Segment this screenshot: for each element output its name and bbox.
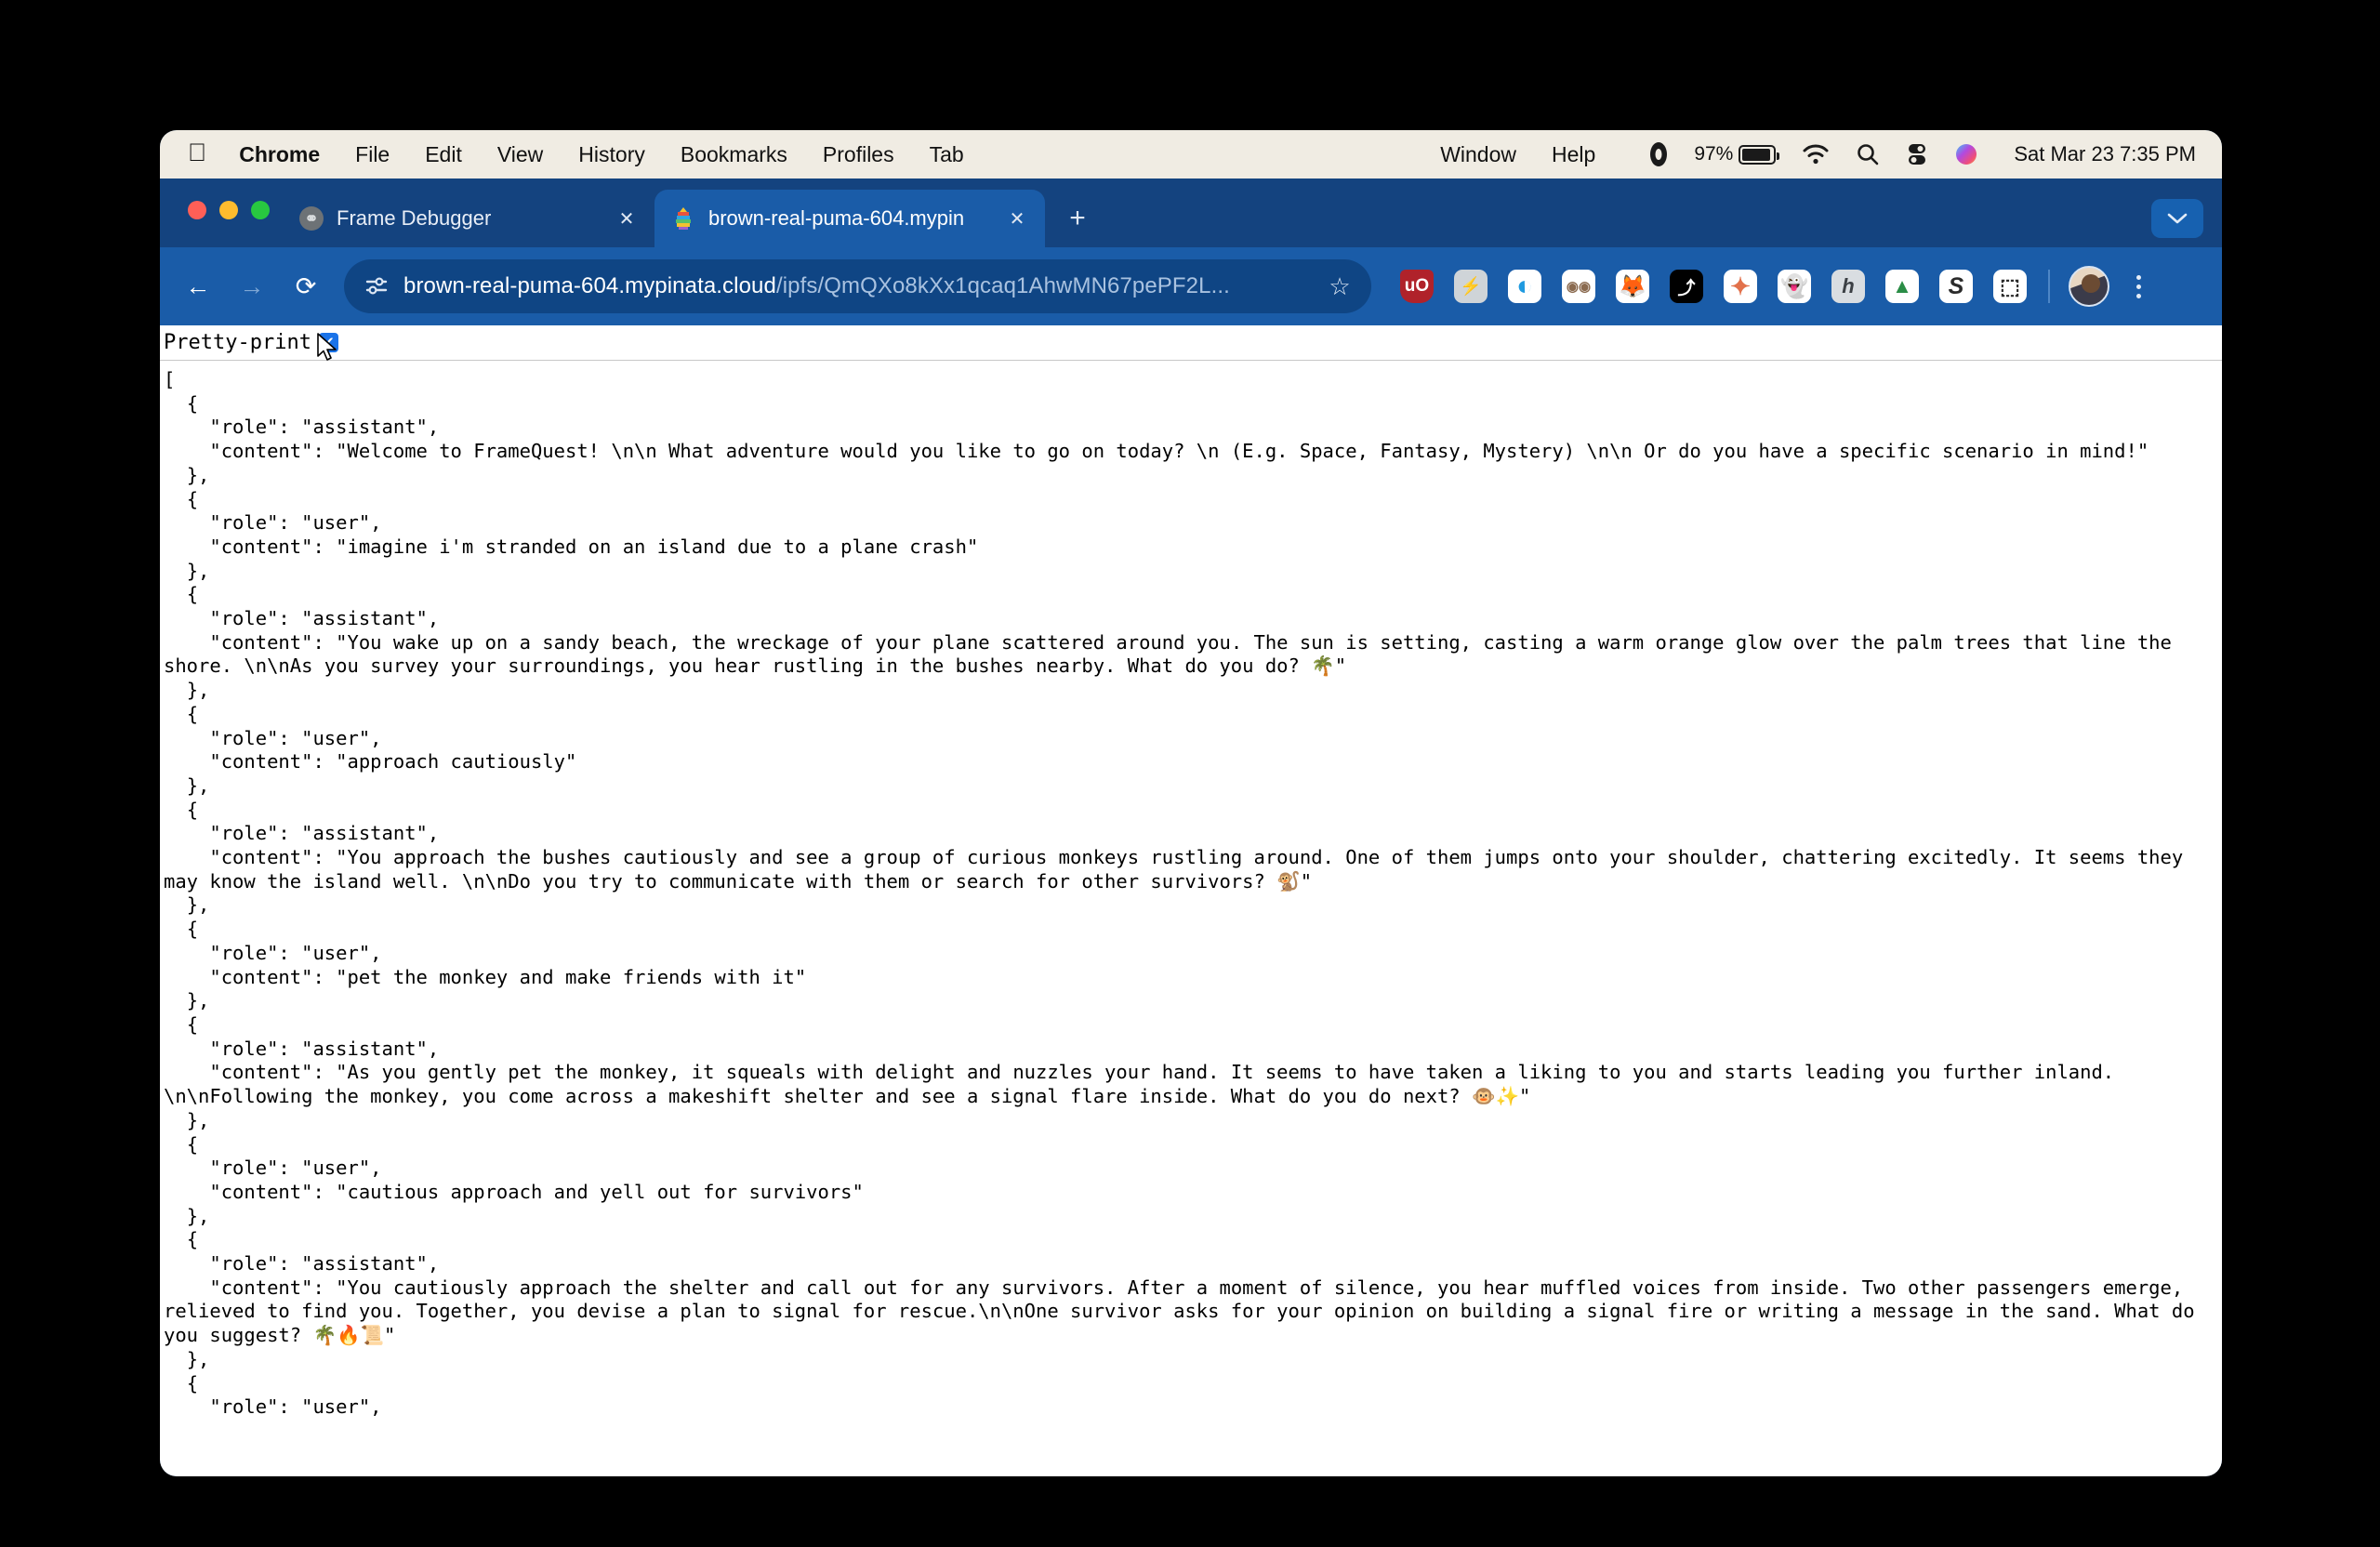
ghost-icon: 👻 [1778, 270, 1811, 303]
site-settings-icon[interactable] [363, 272, 390, 300]
tab-title: Frame Debugger [337, 206, 492, 230]
menu-item-file[interactable]: File [337, 130, 407, 178]
menu-item-window[interactable]: Window [1422, 130, 1534, 178]
spotlight-search-icon[interactable] [1843, 130, 1893, 178]
toolbar-divider [2048, 270, 2050, 303]
new-tab-button[interactable]: + [1056, 197, 1099, 240]
wifi-icon[interactable] [1789, 130, 1843, 178]
ghost-extension[interactable]: 👻 [1767, 259, 1821, 313]
url-domain: brown-real-puma-604.mypinata.cloud [403, 273, 776, 298]
page-bottom-edge [160, 1474, 2222, 1476]
honey-extension[interactable]: h [1821, 259, 1875, 313]
extensions-puzzle-button[interactable]: ⬚ [1983, 259, 2037, 313]
extensions-area: uO ⚡ ◐ ◉◉ 🦊 ⤴ ✦ 👻 h ▲ S ⬚ [1390, 259, 2160, 313]
swirl-icon: ◐ [1508, 270, 1541, 303]
battery-icon [1739, 144, 1780, 165]
pretty-print-bar: Pretty-print ✔ [160, 325, 2222, 361]
menu-item-bookmarks[interactable]: Bookmarks [663, 130, 805, 178]
json-document-body: [ { "role": "assistant", "content": "Wel… [164, 368, 2195, 1419]
forward-button[interactable]: → [227, 261, 277, 311]
control-center-icon[interactable] [1893, 130, 1941, 178]
lightning-extension[interactable]: ⚡ [1444, 259, 1498, 313]
s-circle-extension[interactable]: S [1929, 259, 1983, 313]
pinata-favicon [671, 206, 695, 231]
browser-window:  Chrome File Edit View History Bookmark… [160, 130, 2222, 1476]
fox-extension[interactable]: 🦊 [1606, 259, 1659, 313]
browser-toolbar: ← → ⟳ brown-real-puma-604.mypinata.cloud… [160, 247, 2222, 325]
reload-button[interactable]: ⟳ [281, 261, 331, 311]
google-drive-icon: ▲ [1885, 270, 1919, 303]
address-bar[interactable]: brown-real-puma-604.mypinata.cloud/ipfs/… [344, 259, 1371, 313]
swirl-extension[interactable]: ◐ [1498, 259, 1552, 313]
tabstrip-right-area [2151, 199, 2222, 247]
menu-item-edit[interactable]: Edit [407, 130, 480, 178]
minimize-window-button[interactable] [219, 201, 238, 219]
puzzle-piece-icon: ⬚ [1993, 270, 2027, 303]
s-circle-icon: S [1939, 270, 1973, 303]
menu-item-tab[interactable]: Tab [912, 130, 982, 178]
battery-status[interactable]: 97% [1681, 130, 1789, 178]
menu-item-history[interactable]: History [561, 130, 663, 178]
black-square-extension[interactable]: ⤴ [1659, 259, 1713, 313]
macos-menu-bar:  Chrome File Edit View History Bookmark… [160, 130, 2222, 178]
tab-search-chevron-down-icon[interactable] [2151, 199, 2203, 238]
tab-close-icon[interactable]: ✕ [1004, 205, 1030, 231]
fox-icon: 🦊 [1616, 270, 1649, 303]
honey-icon: h [1831, 270, 1865, 303]
pretty-print-label: Pretty-print [164, 331, 311, 354]
menu-bar-clock[interactable]: Sat Mar 23 7:35 PM [1991, 130, 2202, 178]
frame-debugger-favicon: ⚭ [299, 206, 324, 231]
page-content: Pretty-print ✔ [ { "role": "assistant", … [160, 325, 2222, 1476]
back-button[interactable]: ← [173, 261, 223, 311]
menu-item-chrome[interactable]: Chrome [221, 130, 337, 178]
maximize-window-button[interactable] [251, 201, 270, 219]
google-drive-extension[interactable]: ▲ [1875, 259, 1929, 313]
claude-extension[interactable]: ✦ [1713, 259, 1767, 313]
profile-avatar[interactable] [2069, 266, 2109, 307]
tab-close-icon[interactable]: ✕ [614, 205, 640, 231]
menu-item-profiles[interactable]: Profiles [805, 130, 912, 178]
tab-pinata-json[interactable]: brown-real-puma-604.mypin ✕ [654, 190, 1045, 247]
menu-item-help[interactable]: Help [1534, 130, 1636, 178]
siri-icon[interactable] [1941, 130, 1991, 178]
ublock-origin-icon: uO [1400, 270, 1434, 303]
window-controls [188, 201, 270, 219]
claude-icon: ✦ [1724, 270, 1757, 303]
owl-icon: ◉◉ [1562, 270, 1595, 303]
close-window-button[interactable] [188, 201, 206, 219]
ublock-origin-extension[interactable]: uO [1390, 259, 1444, 313]
url-path: /ipfs/QmQXo8kXx1qcaq1AhwMN67pePF2L... [775, 273, 1230, 298]
owl-extension[interactable]: ◉◉ [1552, 259, 1606, 313]
tab-title: brown-real-puma-604.mypin [708, 206, 965, 230]
lightning-icon: ⚡ [1454, 270, 1488, 303]
tab-strip: ⚭ Frame Debugger ✕ brown-real-puma-604.m… [160, 178, 2222, 247]
tab-frame-debugger[interactable]: ⚭ Frame Debugger ✕ [283, 190, 654, 247]
apple-logo-icon[interactable]:  [184, 130, 221, 177]
pretty-print-checkbox[interactable]: ✔ [318, 333, 338, 352]
menu-bar-status-area: Window Help 97% Sat Mar 23 7:35 PM [1422, 130, 2202, 178]
menu-item-view[interactable]: View [480, 130, 561, 178]
black-square-icon: ⤴ [1670, 270, 1703, 303]
chrome-menu-icon[interactable] [2117, 261, 2160, 311]
bookmark-star-icon[interactable]: ☆ [1323, 272, 1356, 301]
record-indicator-icon[interactable] [1636, 130, 1681, 178]
url-display[interactable]: brown-real-puma-604.mypinata.cloud/ipfs/… [403, 273, 1310, 299]
battery-percent-label: 97% [1694, 143, 1734, 165]
